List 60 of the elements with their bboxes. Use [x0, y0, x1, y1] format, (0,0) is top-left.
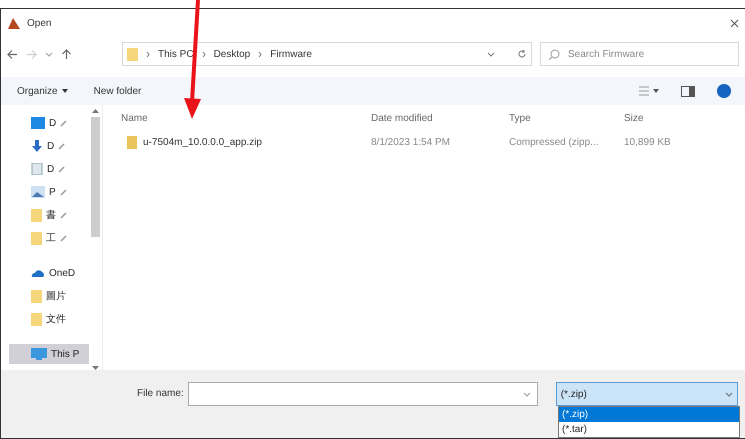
new-folder-button[interactable]: New folder	[92, 84, 144, 98]
sidebar-item[interactable]: D	[31, 159, 89, 179]
chevron-icon	[258, 50, 262, 58]
folder-icon	[31, 289, 42, 303]
column-header[interactable]: Name	[121, 112, 371, 124]
sidebar-item[interactable]: 圖片	[31, 286, 89, 306]
organize-button[interactable]: Organize	[15, 84, 70, 98]
folder-icon	[127, 47, 138, 61]
desktop-icon	[31, 117, 45, 129]
back-arrow-icon[interactable]	[7, 48, 18, 60]
file-type: Compressed (zipp...	[509, 136, 600, 148]
sidebar-item[interactable]: 工	[31, 228, 89, 248]
file-size: 10,899 KB	[624, 136, 672, 148]
view-options-icon[interactable]	[639, 86, 659, 96]
dropdown-caret-icon	[724, 392, 733, 396]
folder-icon	[31, 231, 42, 245]
column-header[interactable]: Size	[624, 112, 714, 124]
breadcrumb[interactable]: Desktop	[214, 48, 250, 60]
preview-pane-icon	[681, 86, 695, 96]
app-icon	[7, 16, 21, 30]
sidebar-item[interactable]: This P	[9, 344, 89, 364]
file-name-field[interactable]	[188, 382, 538, 406]
download-arrow-icon	[31, 140, 43, 152]
close-icon[interactable]	[730, 18, 739, 28]
search-icon	[549, 48, 560, 60]
column-header[interactable]: Date modified	[371, 112, 509, 124]
folder-icon	[31, 312, 42, 326]
caret-icon	[62, 89, 68, 93]
zip-folder-icon	[127, 136, 137, 148]
sidebar-item[interactable]: OneD	[31, 263, 89, 283]
breadcrumb[interactable]: This PC	[158, 48, 194, 60]
scroll-up-icon[interactable]	[92, 109, 98, 113]
chevron-icon	[146, 50, 150, 58]
column-header[interactable]: Type	[509, 112, 624, 124]
search-field[interactable]: Search Firmware	[540, 42, 739, 66]
picture-icon	[31, 186, 45, 198]
sidebar-item[interactable]: D	[31, 136, 89, 156]
dropdown-caret-icon[interactable]	[522, 392, 531, 396]
file-name-label: File name:	[137, 388, 184, 399]
folder-icon	[31, 208, 42, 222]
document-icon	[31, 163, 43, 175]
refresh-icon[interactable]	[517, 49, 527, 59]
sidebar-item[interactable]: P	[31, 182, 89, 202]
scrollbar-thumb[interactable]	[90, 117, 100, 237]
sidebar-item[interactable]: 文件	[31, 309, 89, 329]
cloud-icon	[31, 268, 45, 278]
monitor-icon	[31, 348, 47, 360]
dropdown-caret-icon[interactable]	[487, 52, 495, 56]
address-bar[interactable]: This PC Desktop Firmware	[122, 42, 532, 66]
dropdown-option[interactable]: (*.zip)	[559, 407, 739, 422]
sidebar-item[interactable]: 書	[31, 205, 89, 225]
file-type-dropdown[interactable]: (*.zip)	[556, 382, 738, 406]
window-title: Open	[27, 18, 52, 28]
sidebar-item[interactable]: D	[31, 113, 89, 133]
up-arrow-icon[interactable]	[61, 48, 72, 60]
recent-caret-icon[interactable]	[45, 52, 53, 56]
chevron-icon	[202, 50, 206, 58]
file-name[interactable]: u-7504m_10.0.0.0_app.zip	[143, 136, 262, 148]
date-modified: 8/1/2023 1:54 PM	[371, 136, 451, 148]
breadcrumb[interactable]: Firmware	[270, 48, 312, 60]
